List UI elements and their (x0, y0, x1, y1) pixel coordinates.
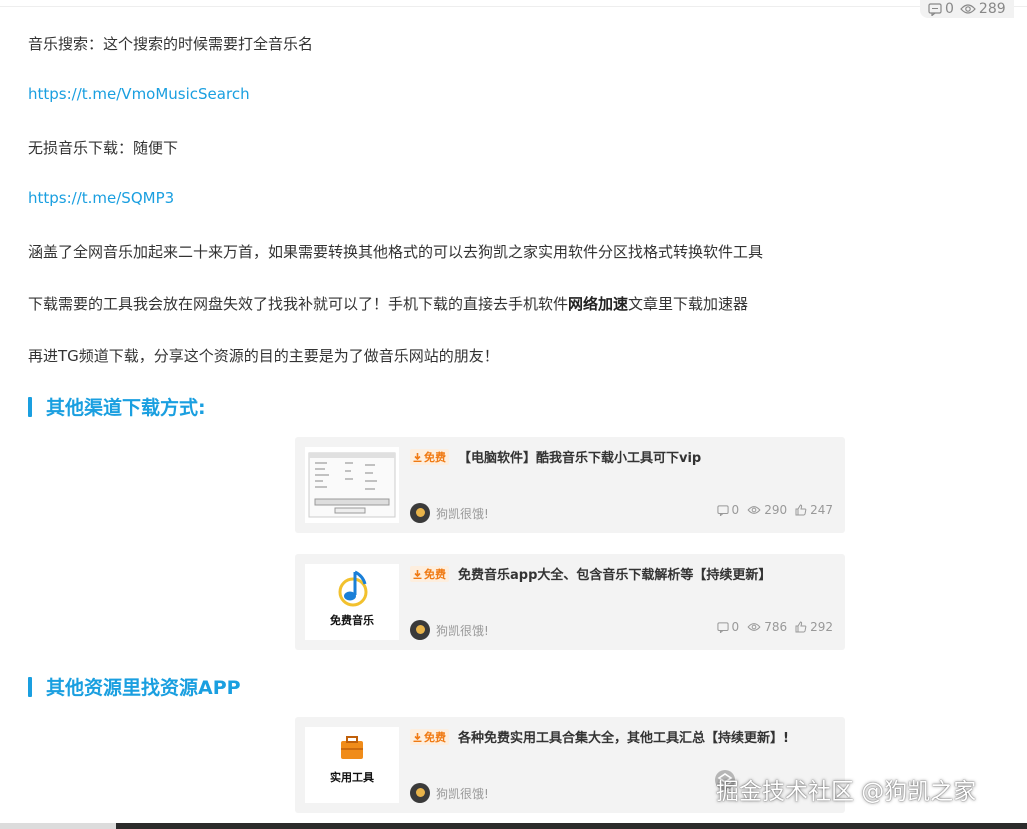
thumb-caption: 实用工具 (330, 771, 374, 784)
music-note-icon (338, 570, 368, 607)
card-author[interactable]: 狗凯很饿! (410, 783, 489, 803)
comment-count: 0 (731, 620, 740, 634)
eye-icon (747, 506, 761, 514)
paragraph-text-a: 下载需要的工具我会放在网盘失效了找我补就可以了！手机下载的直接去手机软件 (28, 295, 569, 313)
avatar (410, 620, 430, 640)
paragraph-link-2: https://t.me/SQMP3 (28, 189, 174, 207)
download-icon (413, 452, 422, 462)
link-sqmp3[interactable]: https://t.me/SQMP3 (28, 189, 174, 207)
free-tag-label: 免费 (424, 568, 446, 581)
section-heading-other-apps: 其他资源里找资源APP (28, 673, 241, 700)
card-title[interactable]: 各种免费实用工具合集大全，其他工具汇总【持续更新】! (458, 727, 789, 746)
paragraph-lossless: 无损音乐下载：随便下 (28, 139, 179, 157)
card-thumbnail (305, 447, 399, 523)
avatar (410, 783, 430, 803)
card-like-stat[interactable]: 247 (795, 503, 833, 517)
comment-icon (716, 621, 729, 633)
article-card-music-apps[interactable]: 免费音乐 免费 免费音乐app大全、包含音乐下载解析等【持续更新】 狗凯很饿! … (295, 554, 845, 650)
paragraph-music-search: 音乐搜索：这个搜索的时候需要打全音乐名 (28, 35, 314, 53)
card-author[interactable]: 狗凯很饿! (410, 503, 489, 523)
card-stats: 0 786 292 (716, 620, 833, 634)
article-card-kuwo[interactable]: 免费 【电脑软件】酷我音乐下载小工具可下vip 狗凯很饿! 0 290 247 (295, 437, 845, 533)
free-tag-label: 免费 (424, 731, 446, 744)
free-tag: 免费 (410, 449, 449, 465)
top-divider (0, 6, 1027, 7)
thumbs-up-icon (795, 504, 807, 516)
view-count: 290 (764, 503, 788, 517)
thumb-caption: 免费音乐 (330, 614, 374, 627)
comment-count: 0 (731, 503, 740, 517)
avatar (410, 503, 430, 523)
heading-bar (28, 676, 32, 697)
heading-bar (28, 396, 32, 417)
free-tag: 免费 (410, 729, 449, 745)
post-stats: 0 289 (920, 0, 1014, 18)
taskbar-segment (0, 823, 116, 829)
network-accel-link[interactable]: 网络加速 (568, 295, 628, 313)
author-name: 狗凯很饿! (436, 506, 489, 521)
paragraph-link-1: https://t.me/VmoMusicSearch (28, 85, 250, 103)
card-stats: 0 290 247 (716, 503, 833, 517)
like-count: 247 (810, 503, 833, 517)
author-name: 狗凯很饿! (436, 786, 489, 801)
paragraph-tg-channel: 再进TG频道下载，分享这个资源的目的主要是为了做音乐网站的朋友！ (28, 347, 499, 365)
card-author[interactable]: 狗凯很饿! (410, 620, 489, 640)
eye-icon (747, 623, 761, 631)
card-title[interactable]: 免费音乐app大全、包含音乐下载解析等【持续更新】 (458, 564, 771, 583)
view-stat: 289 (960, 1, 1006, 17)
like-count: 292 (810, 620, 833, 634)
section-heading-other-channels: 其他渠道下载方式: (28, 393, 206, 420)
link-vmo-music-search[interactable]: https://t.me/VmoMusicSearch (28, 85, 250, 103)
card-comment-stat: 0 (716, 620, 740, 634)
author-name: 狗凯很饿! (436, 623, 489, 638)
card-like-stat[interactable]: 292 (795, 620, 833, 634)
free-tag-label: 免费 (424, 451, 446, 464)
view-count: 289 (978, 1, 1006, 17)
view-count: 786 (764, 620, 788, 634)
heading-text: 其他渠道下载方式: (46, 397, 206, 419)
card-title[interactable]: 【电脑软件】酷我音乐下载小工具可下vip (458, 447, 701, 466)
eye-icon (960, 4, 976, 14)
heading-text: 其他资源里找资源APP (46, 677, 241, 699)
thumbs-up-icon (795, 621, 807, 633)
card-view-stat: 290 (747, 503, 787, 517)
paragraph-text-c: 文章里下载加速器 (628, 295, 749, 313)
paragraph-coverage: 涵盖了全网音乐加起来二十来万首，如果需要转换其他格式的可以去狗凯之家实用软件分区… (28, 243, 764, 261)
comment-icon (716, 504, 729, 516)
comment-count: 0 (945, 1, 954, 17)
card-view-stat: 786 (747, 620, 787, 634)
card-comment-stat: 0 (716, 503, 740, 517)
comment-stat[interactable]: 0 (928, 1, 954, 17)
toolbox-icon (341, 736, 363, 759)
paragraph-download-tools: 下载需要的工具我会放在网盘失效了找我补就可以了！手机下载的直接去手机软件网络加速… (28, 293, 748, 314)
card-thumbnail: 免费音乐 (305, 564, 399, 640)
download-icon (413, 732, 422, 742)
watermark: 掘金技术社区 @狗凯之家 (716, 779, 977, 805)
software-screenshot-thumbnail (308, 452, 396, 518)
card-thumbnail: 实用工具 (305, 727, 399, 803)
free-tag: 免费 (410, 566, 449, 582)
comment-icon (928, 2, 942, 16)
download-icon (413, 569, 422, 579)
bottom-taskbar (0, 823, 1027, 829)
